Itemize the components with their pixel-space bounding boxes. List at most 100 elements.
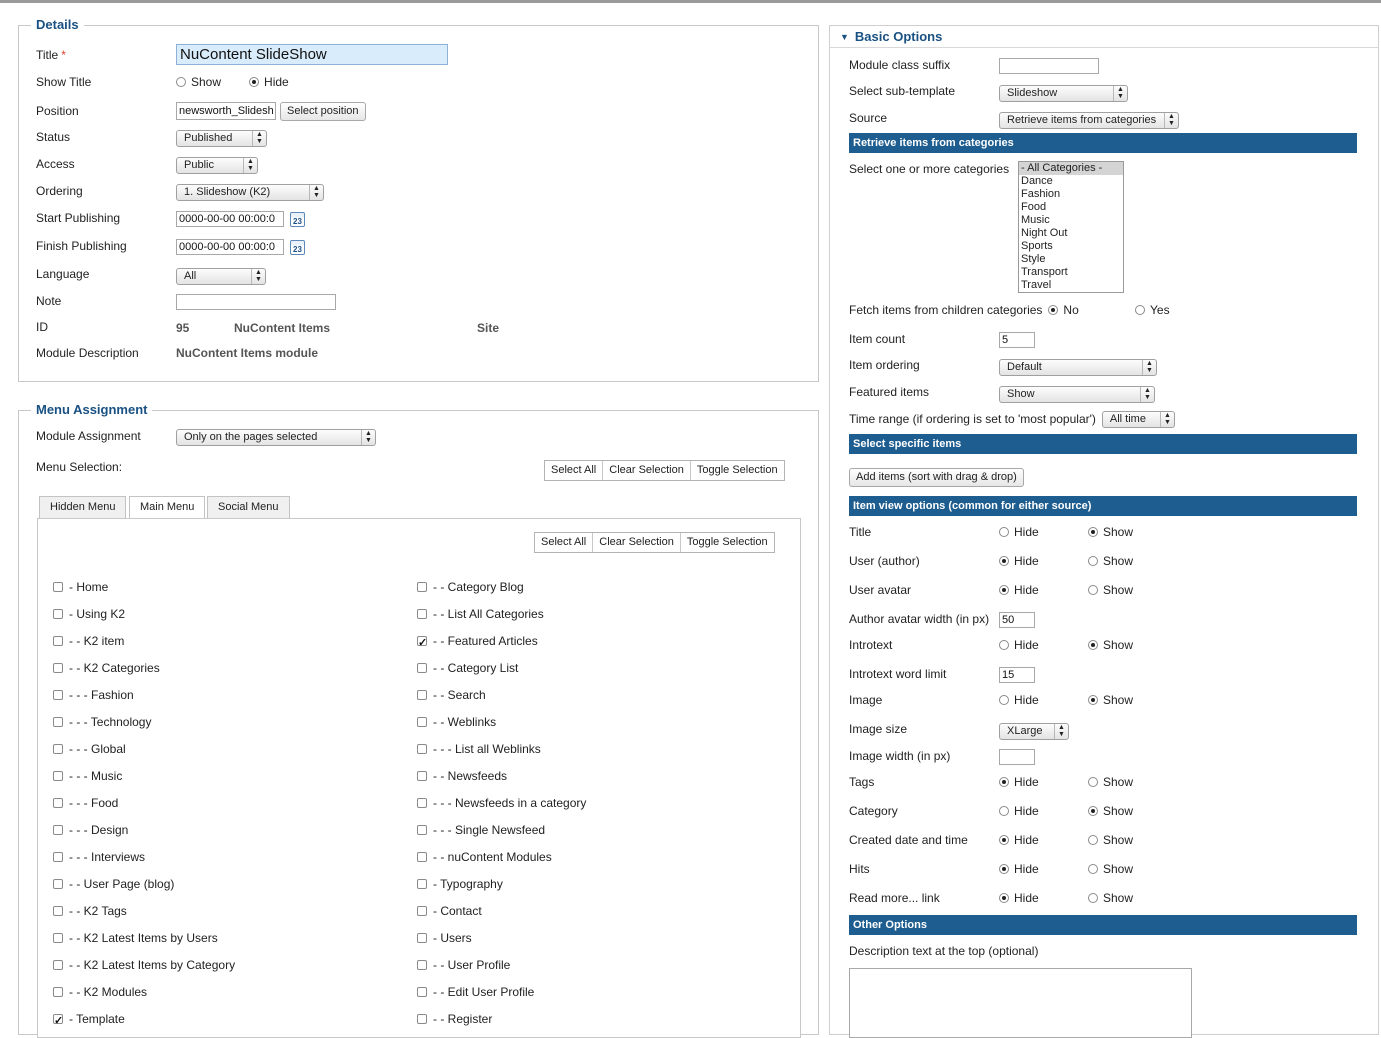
ordering-select[interactable]: 1. Slideshow (K2) ▲ ▼ [176,183,324,201]
introtext-show-option[interactable]: Show [1088,638,1133,652]
category-option[interactable]: Transport [1019,266,1123,279]
show-radio[interactable] [1088,527,1098,537]
menu-item[interactable]: - - Register [417,1009,492,1029]
show-radio[interactable] [1088,806,1098,816]
title-input[interactable] [176,43,448,65]
select-position-button[interactable]: Select position [280,101,366,121]
menu-item[interactable]: - - - Single Newsfeed [417,820,545,840]
show-radio[interactable] [1088,777,1098,787]
tab-toggle-selection-button[interactable]: Toggle Selection [679,533,774,552]
menu-item[interactable]: - - - Technology [53,712,151,732]
menu-item[interactable]: - - - List all Weblinks [417,739,541,759]
menu-item[interactable]: - - - Fashion [53,685,134,705]
menu-item[interactable]: - - Weblinks [417,712,496,732]
show-radio[interactable] [176,77,186,87]
introtext-hide-option[interactable]: Hide [999,638,1088,652]
module-class-suffix-input[interactable] [999,58,1099,74]
view-option-show[interactable]: Show [1088,554,1133,568]
menu-item-checkbox[interactable] [417,633,427,653]
menu-item[interactable]: - - K2 Categories [53,658,160,678]
menu-item-checkbox[interactable] [53,582,63,592]
menu-item-checkbox[interactable] [53,744,63,754]
menu-item-checkbox[interactable] [53,879,63,889]
menu-item-checkbox[interactable] [417,987,427,997]
hide-radio[interactable] [999,835,1009,845]
view-option-show[interactable]: Show [1088,833,1133,847]
menu-item[interactable]: - Typography [417,874,503,894]
menu-item-checkbox[interactable] [53,771,63,781]
access-select[interactable]: Public ▲ ▼ [176,156,258,174]
menu-item[interactable]: - Using K2 [53,604,125,624]
menu-item[interactable]: - - K2 item [53,631,124,651]
menu-item[interactable]: - - - Interviews [53,847,145,867]
menu-item-checkbox[interactable] [417,744,427,754]
children-yes-radio[interactable] [1135,305,1145,315]
category-option[interactable]: Music [1019,214,1123,227]
tab-hidden-menu[interactable]: Hidden Menu [39,496,127,518]
menu-item[interactable]: - - - Global [53,739,126,759]
hide-radio[interactable] [999,893,1009,903]
menu-item-checkbox[interactable] [417,906,427,916]
show-radio[interactable] [1088,556,1098,566]
view-option-hide[interactable]: Hide [999,833,1088,847]
item-count-input[interactable] [999,332,1035,348]
view-option-hide[interactable]: Hide [999,525,1088,539]
view-option-hide[interactable]: Hide [999,775,1088,789]
menu-item-checkbox[interactable] [417,879,427,889]
view-option-show[interactable]: Show [1088,775,1133,789]
calendar-icon[interactable]: 23 [290,211,305,227]
menu-item[interactable]: - - Search [417,685,486,705]
hide-radio[interactable] [999,527,1009,537]
menu-item-checkbox[interactable] [417,933,427,943]
menu-item[interactable]: - - K2 Tags [53,901,127,921]
menu-item[interactable]: - - List All Categories [417,604,544,624]
view-option-show[interactable]: Show [1088,891,1133,905]
menu-item-checkbox[interactable] [417,609,427,619]
menu-item[interactable]: - - Edit User Profile [417,982,534,1002]
introtext-hide-radio[interactable] [999,640,1009,650]
image-hide-radio[interactable] [999,695,1009,705]
view-option-show[interactable]: Show [1088,525,1133,539]
image-size-select[interactable]: XLarge ▲ ▼ [999,722,1069,740]
image-hide-option[interactable]: Hide [999,693,1088,707]
category-option[interactable]: Fashion [1019,188,1123,201]
clear-selection-button[interactable]: Clear Selection [602,461,690,480]
menu-item[interactable]: - - Newsfeeds [417,766,507,786]
menu-item-checkbox[interactable] [53,663,63,673]
show-radio[interactable] [1088,893,1098,903]
show-radio[interactable] [1088,864,1098,874]
menu-item[interactable]: - - User Profile [417,955,510,975]
children-yes-option[interactable]: Yes [1135,303,1170,317]
category-option[interactable]: Dance [1019,175,1123,188]
menu-item-checkbox[interactable] [417,582,427,592]
category-option[interactable]: Travel [1019,279,1123,292]
menu-item[interactable]: - - - Food [53,793,118,813]
word-limit-input[interactable] [999,667,1035,683]
tab-select-all-button[interactable]: Select All [535,533,592,552]
basic-options-header[interactable]: ▼ Basic Options [830,26,1378,48]
view-option-show[interactable]: Show [1088,583,1133,597]
menu-item-checkbox[interactable] [417,717,427,727]
hide-radio[interactable] [999,777,1009,787]
children-no-radio[interactable] [1048,305,1059,315]
view-option-hide[interactable]: Hide [999,554,1088,568]
menu-item[interactable]: - - Featured Articles [417,631,538,653]
show-title-show-option[interactable]: Show [176,75,221,89]
hide-radio[interactable] [999,806,1009,816]
module-assignment-select[interactable]: Only on the pages selected ▲ ▼ [176,428,376,446]
hide-radio[interactable] [249,77,260,87]
menu-item-checkbox[interactable] [53,690,63,700]
menu-item-checkbox[interactable] [53,933,63,943]
add-items-button[interactable]: Add items (sort with drag & drop) [849,467,1024,487]
item-ordering-select[interactable]: Default ▲ ▼ [999,358,1157,376]
view-option-hide[interactable]: Hide [999,583,1088,597]
menu-item-checkbox[interactable] [417,825,427,835]
menu-item-checkbox[interactable] [53,852,63,862]
menu-item-checkbox[interactable] [417,960,427,970]
view-option-show[interactable]: Show [1088,804,1133,818]
menu-item-checkbox[interactable] [417,663,427,673]
category-option[interactable]: Style [1019,253,1123,266]
category-option[interactable]: Food [1019,201,1123,214]
category-option[interactable]: Sports [1019,240,1123,253]
finish-publishing-input[interactable] [176,239,284,255]
